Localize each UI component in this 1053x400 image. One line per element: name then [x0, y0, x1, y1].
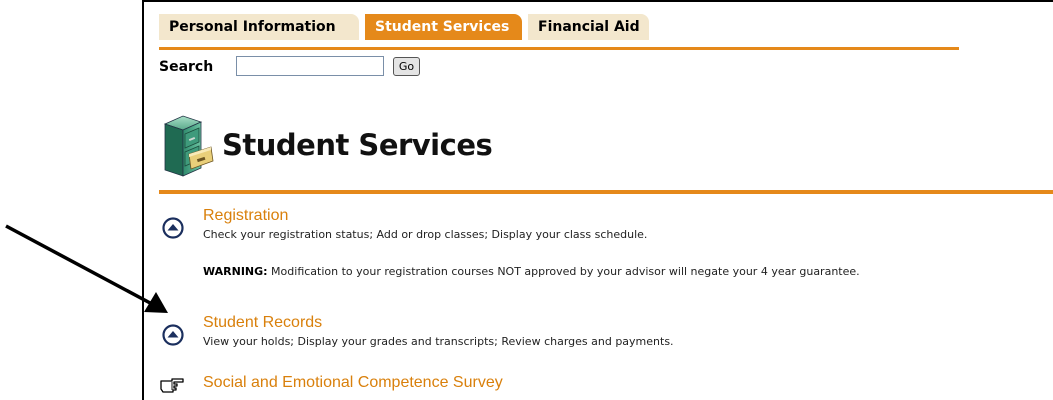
student-records-description: View your holds; Display your grades and… [203, 335, 674, 348]
file-cabinet-icon [163, 115, 214, 177]
tab-student-services[interactable]: Student Services [365, 14, 522, 40]
browser-frame: Personal Information Student Services Fi… [142, 0, 1053, 400]
pointing-hand-icon [160, 378, 184, 393]
search-label: Search [159, 59, 214, 75]
warning-text: Modification to your registration course… [267, 265, 860, 278]
warning-message: WARNING: Modification to your registrati… [203, 265, 860, 278]
header-divider [159, 190, 1053, 194]
page-title: Student Services [222, 128, 493, 162]
survey-link[interactable]: Social and Emotional Competence Survey [203, 374, 503, 392]
registration-description: Check your registration status; Add or d… [203, 228, 648, 241]
search-input[interactable] [236, 56, 384, 76]
warning-label: WARNING: [203, 265, 268, 278]
tab-divider [159, 47, 959, 50]
circle-up-arrow-icon [162, 324, 184, 346]
registration-link[interactable]: Registration [203, 207, 288, 225]
circle-up-arrow-icon [162, 217, 184, 239]
go-button[interactable]: Go [393, 57, 420, 76]
student-records-link[interactable]: Student Records [203, 314, 322, 332]
tab-personal-information[interactable]: Personal Information [159, 14, 359, 40]
tab-financial-aid[interactable]: Financial Aid [528, 14, 649, 40]
